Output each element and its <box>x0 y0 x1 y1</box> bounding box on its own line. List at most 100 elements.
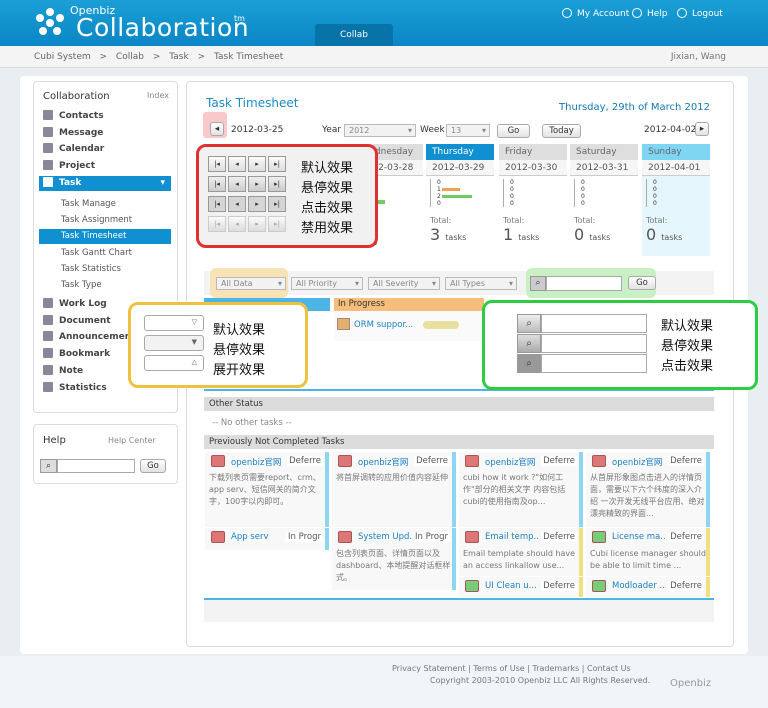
dropdown-expanded[interactable]: △ <box>144 355 204 371</box>
sidebar-sub-task-type[interactable]: Task Type <box>61 280 102 290</box>
state-label: 点击效果 <box>301 201 354 216</box>
sidebar-sub-task-statistics[interactable]: Task Statistics <box>61 264 121 274</box>
breadcrumb-item[interactable]: Task <box>169 52 188 62</box>
today-button[interactable]: Today <box>542 124 581 138</box>
chevron-up-icon: △ <box>191 358 197 366</box>
sidebar-index-link[interactable]: Index <box>147 91 169 100</box>
no-other-tasks: -- No other tasks -- <box>212 418 292 428</box>
task-card[interactable]: openbiz官网 Deferre 从首屏形象图点击进入的详情页面，需要以下六个纬度… <box>586 452 710 527</box>
prev-page-icon[interactable]: ◂ <box>228 176 246 192</box>
breadcrumb-sep: > <box>197 52 206 62</box>
task-search-input[interactable] <box>546 276 622 291</box>
terms-link[interactable]: Terms of Use <box>473 664 524 673</box>
separator: | <box>581 664 585 673</box>
help-go-button[interactable]: Go <box>140 459 166 473</box>
task-title[interactable]: openbiz官网 <box>485 456 539 468</box>
dropdown-default[interactable]: ▽ <box>144 315 204 331</box>
first-page-icon[interactable]: |◂ <box>208 176 226 192</box>
task-body: Cubi license manager should be able to l… <box>590 549 706 570</box>
task-title[interactable]: openbiz官网 <box>612 456 666 468</box>
state-label: 悬停效果 <box>661 339 714 354</box>
task-title[interactable]: Modloader ... <box>612 581 666 591</box>
task-link[interactable]: ORM suppor... <box>354 320 413 330</box>
all-severity-select[interactable]: All Severity <box>368 277 440 290</box>
task-card[interactable]: Modloader ... Deferre <box>586 577 710 597</box>
prev-page-icon[interactable]: ◂ <box>228 156 246 172</box>
first-page-icon[interactable]: |◂ <box>208 156 226 172</box>
day-date: 2012-04-01 <box>642 160 710 176</box>
prev-week-button[interactable]: ◂ <box>210 122 224 136</box>
next-week-button[interactable]: ▸ <box>695 122 709 136</box>
prev-page-icon: ◂ <box>228 216 246 232</box>
year-select[interactable]: 2012 <box>344 124 416 137</box>
task-title[interactable]: System Upd... <box>358 532 412 542</box>
task-card[interactable]: License ma... Deferre Cubi license manager… <box>586 528 710 576</box>
go-button[interactable]: Go <box>497 124 530 138</box>
help-search-input[interactable] <box>57 459 135 473</box>
sidebar-sub-task-assignment[interactable]: Task Assignment <box>61 215 132 225</box>
nav-tab-collab[interactable]: Collab <box>315 24 393 46</box>
task-title[interactable]: App serv <box>231 532 285 542</box>
search-field[interactable] <box>541 354 647 373</box>
search-icon: ⌕ <box>517 334 541 353</box>
task-card[interactable]: openbiz官网 Deferre cubi how it work ?"如何工作"… <box>459 452 583 527</box>
dropdown-hover[interactable]: ▼ <box>144 335 204 351</box>
all-types-select[interactable]: All Types <box>445 277 517 290</box>
next-page-icon[interactable]: ▸ <box>248 196 266 212</box>
total-count: 0 tasks <box>646 225 683 244</box>
task-status: Deferre <box>668 456 704 466</box>
separator: | <box>527 664 530 673</box>
last-page-icon[interactable]: ▸| <box>268 176 286 192</box>
privacy-link[interactable]: Privacy Statement <box>392 664 466 673</box>
task-card[interactable]: App serv In Progr <box>205 528 329 550</box>
my-account-link[interactable]: My Account <box>562 8 629 19</box>
task-status: Deferre <box>414 456 450 466</box>
task-card[interactable]: UI Clean u... Deferre <box>459 577 583 597</box>
first-page-icon[interactable]: |◂ <box>208 196 226 212</box>
day-bar: 0 <box>646 186 706 193</box>
total-count: 0 tasks <box>574 225 611 244</box>
message-icon <box>43 127 53 137</box>
task-card[interactable]: System Upd... In Progr 包含列表页面、详情页面以及dashbo… <box>332 528 456 590</box>
help-link[interactable]: Help <box>632 8 668 19</box>
trademarks-link[interactable]: Trademarks <box>533 664 580 673</box>
total-count: 1 tasks <box>503 225 540 244</box>
sidebar-item-message[interactable]: Message <box>43 126 175 141</box>
task-title[interactable]: openbiz官网 <box>358 456 412 468</box>
search-field[interactable] <box>541 334 647 353</box>
task-card[interactable]: openbiz官网 Deferre 下载列表页需要report、crm、app se… <box>205 452 329 527</box>
sidebar-item-contacts[interactable]: Contacts <box>43 109 175 124</box>
task-title[interactable]: UI Clean u... <box>485 581 539 591</box>
week-select[interactable]: 13 <box>446 124 490 137</box>
sidebar-sub-task-manage[interactable]: Task Manage <box>61 199 116 209</box>
sidebar-item-task[interactable]: Task ▾ <box>39 176 171 191</box>
sidebar-sub-task-gantt[interactable]: Task Gantt Chart <box>61 248 132 258</box>
logout-link[interactable]: Logout <box>677 8 723 19</box>
all-priority-select[interactable]: All Priority <box>291 277 363 290</box>
help-center-link[interactable]: Help Center <box>108 436 156 445</box>
next-page-icon: ▸ <box>248 216 266 232</box>
task-status: Deferre <box>541 456 577 466</box>
breadcrumb-item[interactable]: Cubi System <box>34 52 91 62</box>
task-card[interactable]: Email temp... Deferre Email template shoul… <box>459 528 583 576</box>
search-field[interactable] <box>541 314 647 333</box>
next-page-icon[interactable]: ▸ <box>248 176 266 192</box>
contact-link[interactable]: Contact Us <box>587 664 631 673</box>
sidebar-item-project[interactable]: Project <box>43 159 175 174</box>
last-page-icon[interactable]: ▸| <box>268 196 286 212</box>
task-title[interactable]: openbiz官网 <box>231 456 285 468</box>
task-card[interactable]: openbiz官网 Deferre 将首屏调转的应用价值内容延伸 <box>332 452 456 527</box>
next-page-icon[interactable]: ▸ <box>248 156 266 172</box>
filter-go-button[interactable]: Go <box>628 276 656 290</box>
breadcrumb-sep: > <box>152 52 161 62</box>
sidebar-sub-task-timesheet[interactable]: Task Timesheet <box>39 229 171 244</box>
breadcrumb-item[interactable]: Collab <box>116 52 144 62</box>
last-page-icon[interactable]: ▸| <box>268 156 286 172</box>
task-title[interactable]: Email temp... <box>485 532 539 542</box>
task-title[interactable]: License ma... <box>612 532 666 542</box>
sidebar-item-calendar[interactable]: Calendar <box>43 142 175 157</box>
prev-page-icon[interactable]: ◂ <box>228 196 246 212</box>
task-status: Deferre <box>287 456 323 466</box>
all-data-select[interactable]: All Data <box>216 277 286 290</box>
task-icon <box>337 318 350 330</box>
